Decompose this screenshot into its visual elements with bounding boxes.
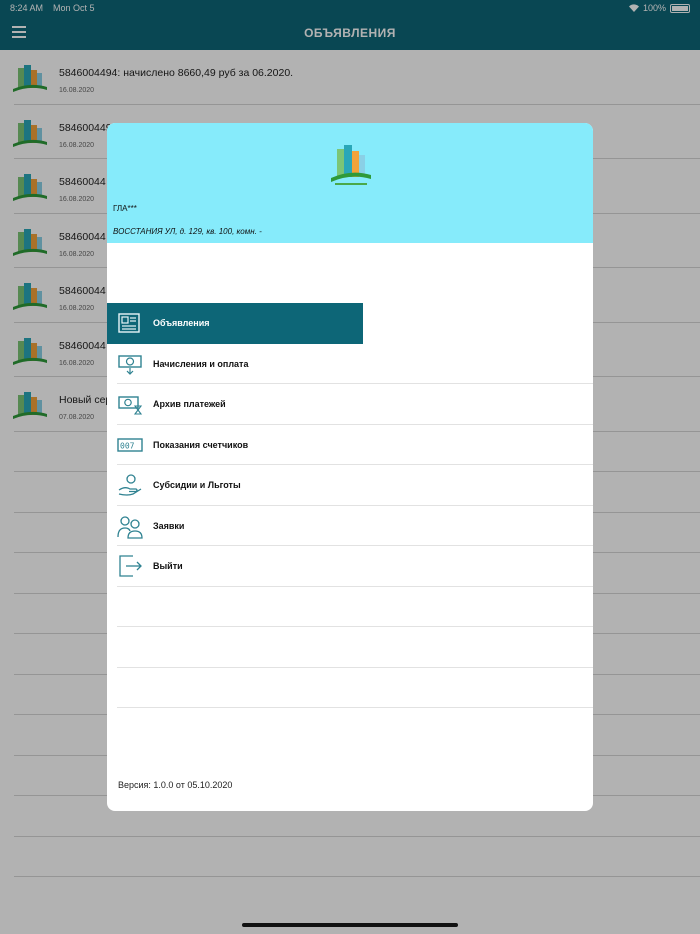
menu-item-label: Субсидии и Льготы <box>153 480 241 490</box>
money-icon <box>118 354 142 375</box>
menu-item-meter-readings[interactable]: 007 Показания счетчиков <box>117 425 593 465</box>
subsidy-icon <box>118 474 142 496</box>
drawer-header: ГЛА*** ВОССТАНИЯ УЛ, д. 129, кв. 100, ко… <box>107 123 593 243</box>
navigation-drawer: ГЛА*** ВОССТАНИЯ УЛ, д. 129, кв. 100, ко… <box>107 123 593 811</box>
requests-icon <box>117 515 143 539</box>
logout-icon <box>119 555 142 577</box>
newspaper-icon <box>118 313 140 333</box>
menu-item-logout[interactable]: Выйти <box>117 546 593 587</box>
menu-item-label: Показания счетчиков <box>153 439 249 450</box>
account-holder-name: ГЛА*** <box>113 204 137 213</box>
archive-payments-icon <box>118 396 143 415</box>
menu-item-label: Архив платежей <box>153 399 226 409</box>
account-address: ВОССТАНИЯ УЛ, д. 129, кв. 100, комн. - <box>113 227 262 236</box>
home-indicator[interactable] <box>242 923 458 927</box>
empty-menu-row <box>117 627 593 668</box>
menu-item-label: Объявления <box>153 318 210 328</box>
menu-item-label: Выйти <box>153 561 183 571</box>
menu-item-announcements[interactable]: Объявления <box>107 303 363 344</box>
empty-menu-row <box>117 668 593 708</box>
menu-item-label: Заявки <box>153 520 185 531</box>
menu-item-requests[interactable]: Заявки <box>117 506 593 546</box>
app-version: Версия: 1.0.0 от 05.10.2020 <box>118 780 233 790</box>
menu-item-payment-archive[interactable]: Архив платежей <box>117 384 593 425</box>
menu-item-charges-payment[interactable]: Начисления и оплата <box>117 344 593 384</box>
menu-item-label: Начисления и оплата <box>153 358 249 369</box>
drawer-menu: Объявления Начисления и оплата Архив пла… <box>107 303 593 708</box>
svg-text:007: 007 <box>120 441 135 450</box>
empty-menu-row <box>117 587 593 627</box>
menu-item-subsidies[interactable]: Субсидии и Льготы <box>117 465 593 506</box>
meter-icon: 007 <box>117 437 143 452</box>
building-logo-icon <box>331 145 371 185</box>
